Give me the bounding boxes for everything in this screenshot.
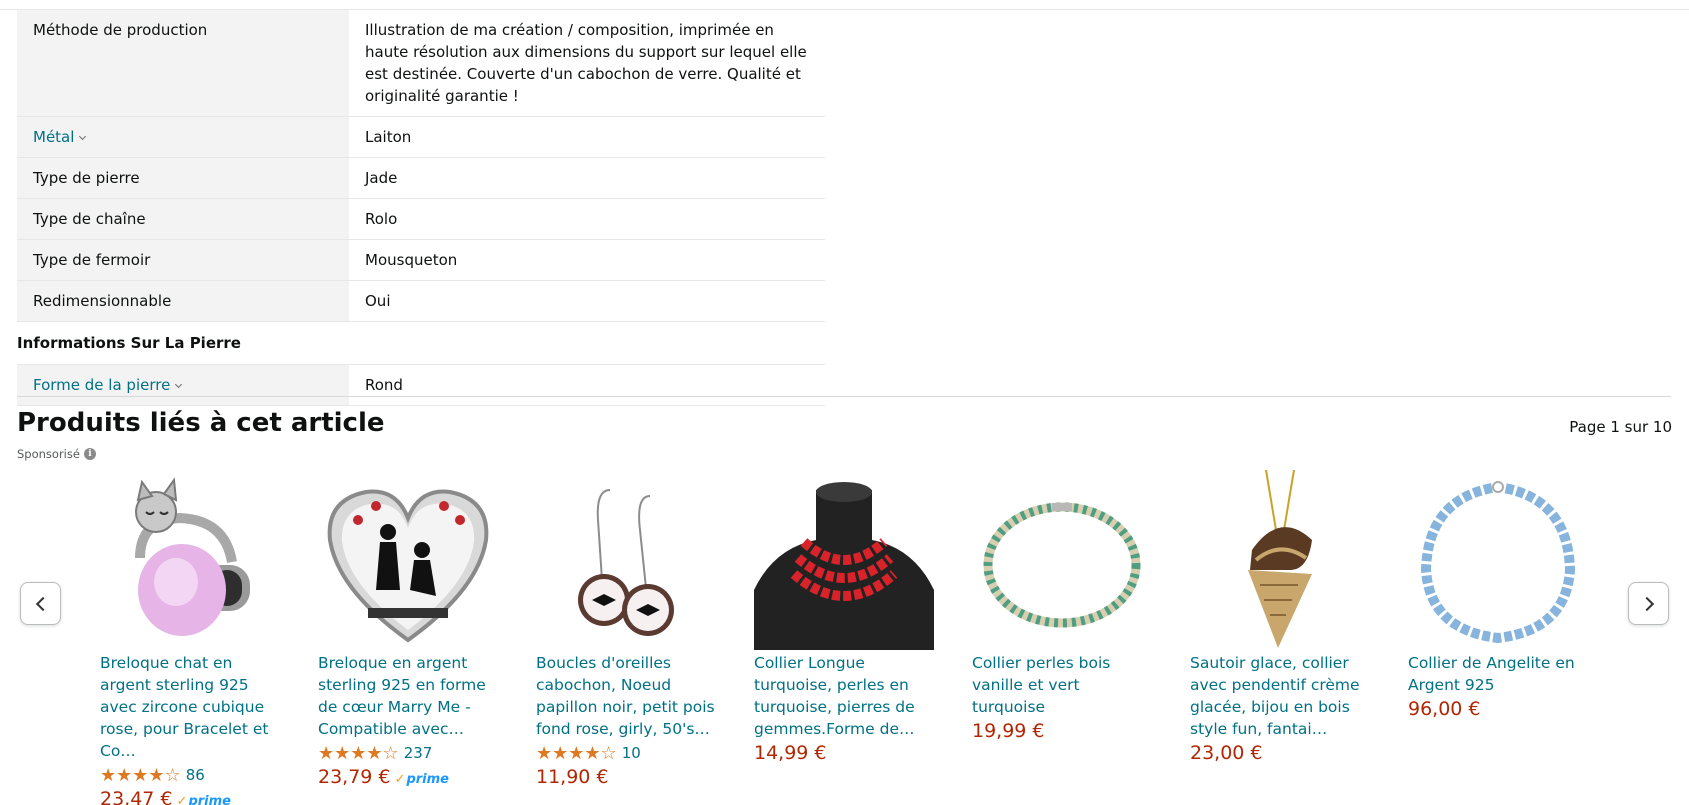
product-card[interactable]: Boucles d'oreilles cabochon, Noeud papil… <box>536 470 754 805</box>
prime-text: prime <box>406 772 449 787</box>
product-card[interactable]: Collier perles bois vanille et vert turq… <box>972 470 1190 805</box>
product-title-link[interactable]: Breloque chat en argent sterling 925 ave… <box>100 652 285 762</box>
product-card[interactable]: Collier Longue turquoise, perles en turq… <box>754 470 972 805</box>
spec-key: Type de pierre <box>17 158 349 198</box>
product-image-heart-charm[interactable] <box>318 470 498 650</box>
chevron-left-icon <box>35 596 50 611</box>
chevron-down-icon <box>79 132 87 141</box>
spec-row-production: Méthode de production Illustration de ma… <box>17 10 825 117</box>
star-rating-icon: ★★★★☆ <box>100 764 181 786</box>
product-title-link[interactable]: Boucles d'oreilles cabochon, Noeud papil… <box>536 652 721 740</box>
rating-row[interactable]: ★★★★☆ 10 <box>536 742 754 764</box>
spec-table: Méthode de production Illustration de ma… <box>17 10 825 406</box>
product-card[interactable]: Breloque chat en argent sterling 925 ave… <box>100 470 318 805</box>
product-card[interactable]: Breloque en argent sterling 925 en forme… <box>318 470 536 805</box>
sponsored-text: Sponsorisé <box>17 447 80 461</box>
related-products-title: Produits liés à cet article <box>17 408 385 438</box>
carousel-prev-button[interactable] <box>20 582 61 625</box>
product-card[interactable]: Sautoir glace, collier avec pendentif cr… <box>1190 470 1408 805</box>
spec-key: Méthode de production <box>17 10 349 116</box>
prime-badge: ✓prime <box>395 772 449 787</box>
spec-key-label: Métal <box>33 128 75 146</box>
spec-key: Type de fermoir <box>17 240 349 280</box>
spec-row-resizable: Redimensionnable Oui <box>17 281 825 322</box>
price-row: 19,99 € <box>972 720 1190 742</box>
info-icon[interactable]: i <box>83 448 96 460</box>
product-price: 96,00 € <box>1408 698 1481 720</box>
prime-badge: ✓prime <box>177 794 231 805</box>
prime-check-icon: ✓ <box>176 794 188 805</box>
product-price: 11,90 € <box>536 766 609 788</box>
price-row: 14,99 € <box>754 742 972 764</box>
price-row: 23,47 € ✓prime <box>100 788 318 805</box>
spec-row-clasp-type: Type de fermoir Mousqueton <box>17 240 825 281</box>
chevron-right-icon <box>1639 596 1654 611</box>
spec-value: Illustration de ma création / compositio… <box>365 21 807 105</box>
product-price: 14,99 € <box>754 742 827 764</box>
spec-value: Mousqueton <box>365 251 458 269</box>
sponsored-label: Sponsorisé i <box>17 447 96 461</box>
review-count[interactable]: 10 <box>622 744 641 762</box>
spec-row-metal: Métal Laiton <box>17 117 825 158</box>
product-price: 19,99 € <box>972 720 1045 742</box>
spec-row-stone-shape: Forme de la pierre Rond <box>17 365 825 406</box>
price-row: 11,90 € <box>536 766 754 788</box>
star-rating-icon: ★★★★☆ <box>536 742 617 764</box>
price-row: 23,79 € ✓prime <box>318 766 536 788</box>
chevron-down-icon <box>175 380 183 389</box>
product-card[interactable]: Collier de Angelite en Argent 925 96,00 … <box>1408 470 1626 805</box>
product-image-blue-necklace[interactable] <box>1408 470 1588 650</box>
spec-key-label: Forme de la pierre <box>33 376 171 394</box>
product-image-red-necklace[interactable] <box>754 470 934 650</box>
product-title-link[interactable]: Collier de Angelite en Argent 925 <box>1408 652 1593 696</box>
product-image-earrings[interactable] <box>536 470 716 650</box>
spec-value: Rond <box>365 376 403 394</box>
review-count[interactable]: 86 <box>186 766 205 784</box>
stone-info-heading: Informations Sur La Pierre <box>17 322 825 365</box>
product-title-link[interactable]: Collier Longue turquoise, perles en turq… <box>754 652 939 740</box>
prime-text: prime <box>188 794 231 805</box>
spec-row-stone-type: Type de pierre Jade <box>17 158 825 199</box>
price-row: 23,00 € <box>1190 742 1408 764</box>
product-price: 23,47 € <box>100 788 173 805</box>
spec-key-shape-link[interactable]: Forme de la pierre <box>17 365 349 405</box>
product-price: 23,00 € <box>1190 742 1263 764</box>
spec-value: Laiton <box>365 128 412 146</box>
page-indicator: Page 1 sur 10 <box>1569 418 1672 436</box>
product-image-cat-charm[interactable] <box>100 470 280 650</box>
spec-key: Type de chaîne <box>17 199 349 239</box>
spec-key-metal-link[interactable]: Métal <box>17 117 349 157</box>
top-divider <box>0 0 1689 10</box>
product-price: 23,79 € <box>318 766 391 788</box>
product-title-link[interactable]: Sautoir glace, collier avec pendentif cr… <box>1190 652 1375 740</box>
product-title-link[interactable]: Collier perles bois vanille et vert turq… <box>972 652 1157 718</box>
price-row: 96,00 € <box>1408 698 1626 720</box>
spec-value: Rolo <box>365 210 398 228</box>
star-rating-icon: ★★★★☆ <box>318 742 399 764</box>
rating-row[interactable]: ★★★★☆ 237 <box>318 742 536 764</box>
spec-value: Jade <box>365 169 398 187</box>
spec-row-chain-type: Type de chaîne Rolo <box>17 199 825 240</box>
product-image-bead-necklace[interactable] <box>972 470 1152 650</box>
prime-check-icon: ✓ <box>394 772 406 787</box>
spec-key: Redimensionnable <box>17 281 349 321</box>
carousel-next-button[interactable] <box>1628 582 1669 625</box>
product-title-link[interactable]: Breloque en argent sterling 925 en forme… <box>318 652 503 740</box>
review-count[interactable]: 237 <box>404 744 433 762</box>
spec-value: Oui <box>365 292 391 310</box>
product-image-icecream-pendant[interactable] <box>1190 470 1370 650</box>
product-carousel: Breloque chat en argent sterling 925 ave… <box>100 470 1626 805</box>
rating-row[interactable]: ★★★★☆ 86 <box>100 764 318 786</box>
section-divider <box>17 396 1671 397</box>
